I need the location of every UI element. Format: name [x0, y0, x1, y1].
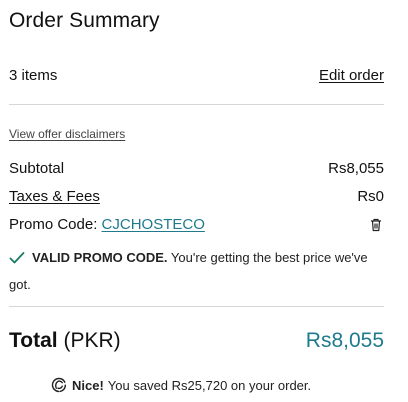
savings-text: You saved Rs25,720 on your order. — [107, 377, 312, 393]
total-currency: (PKR) — [63, 329, 121, 352]
subtotal-value: Rs8,055 — [328, 160, 384, 177]
trash-icon[interactable] — [368, 217, 384, 233]
taxes-fees-link[interactable]: Taxes & Fees — [9, 188, 100, 205]
total-label-group: Total (PKR) — [9, 329, 121, 353]
total-row: Total (PKR) Rs8,055 — [9, 329, 384, 353]
edit-order-link[interactable]: Edit order — [319, 67, 384, 84]
taxes-value: Rs0 — [357, 188, 384, 205]
order-summary-panel: Order Summary 3 items Edit order View of… — [9, 0, 384, 402]
divider — [9, 104, 384, 105]
logo-icon — [51, 377, 66, 393]
savings-note: Nice! You saved Rs25,720 on your order. — [50, 376, 311, 394]
check-icon — [9, 252, 25, 264]
total-value: Rs8,055 — [305, 329, 384, 352]
items-row: 3 items Edit order — [9, 67, 384, 84]
promo-row: Promo Code: CJCHOSTECO — [9, 216, 384, 233]
promo-code-link[interactable]: CJCHOSTECO — [102, 216, 205, 233]
items-count: 3 items — [9, 67, 58, 84]
savings-strong: Nice! — [72, 377, 104, 393]
divider — [9, 306, 384, 307]
total-label: Total — [9, 329, 64, 352]
promo-label-group: Promo Code: CJCHOSTECO — [9, 216, 205, 233]
promo-valid-message: VALID PROMO CODE. You're getting the bes… — [9, 244, 388, 298]
subtotal-label: Subtotal — [9, 160, 65, 177]
page-title: Order Summary — [9, 9, 160, 32]
taxes-row: Taxes & Fees Rs0 — [9, 188, 384, 205]
promo-label: Promo Code: — [9, 216, 102, 233]
promo-valid-label: VALID PROMO CODE. — [32, 250, 168, 265]
subtotal-row: Subtotal Rs8,055 — [9, 160, 384, 177]
offer-disclaimers-link[interactable]: View offer disclaimers — [9, 127, 125, 141]
